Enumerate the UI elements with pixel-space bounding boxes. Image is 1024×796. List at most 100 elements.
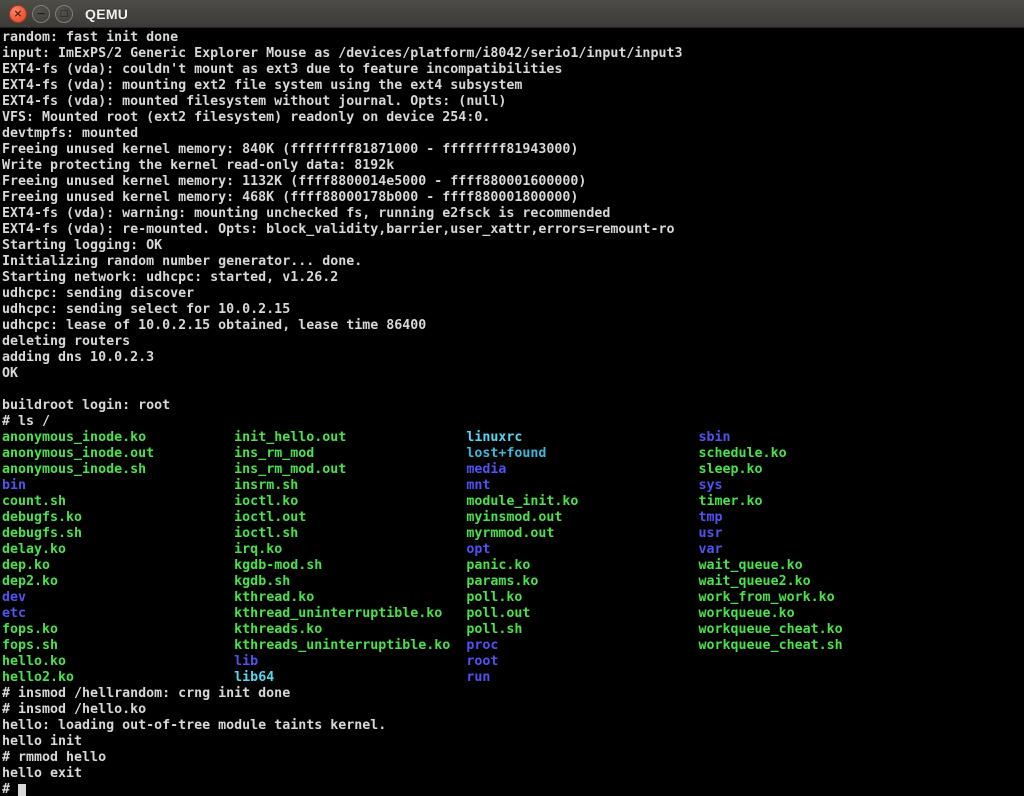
file-entry: schedule.ko	[699, 446, 931, 461]
file-entry: timer.ko	[699, 494, 931, 509]
file-entry: poll.sh	[466, 622, 698, 637]
minimize-button[interactable]: −	[32, 5, 50, 23]
ls-output-row: fops.sh kthreads_uninterruptible.ko proc…	[2, 638, 1024, 654]
file-entry: panic.ko	[466, 558, 698, 573]
file-entry: proc	[466, 638, 698, 653]
console-line: udhcpc: lease of 10.0.2.15 obtained, lea…	[2, 318, 1024, 334]
ls-output-row: etc kthread_uninterruptible.ko poll.out …	[2, 606, 1024, 622]
console-line: input: ImExPS/2 Generic Explorer Mouse a…	[2, 46, 1024, 62]
file-entry: dep2.ko	[2, 574, 234, 589]
minimize-icon: −	[36, 7, 45, 20]
console-line: deleting routers	[2, 334, 1024, 350]
file-entry: media	[466, 462, 698, 477]
file-entry: debugfs.sh	[2, 526, 234, 541]
console-line: udhcpc: sending select for 10.0.2.15	[2, 302, 1024, 318]
window-titlebar[interactable]: × − □ QEMU	[0, 0, 1024, 28]
shell-prompt-line: #	[2, 782, 1024, 796]
console-line: hello exit	[2, 766, 1024, 782]
file-entry: lib64	[234, 670, 466, 685]
file-entry: sys	[699, 478, 931, 493]
file-entry: poll.ko	[466, 590, 698, 605]
console-line: EXT4-fs (vda): re-mounted. Opts: block_v…	[2, 222, 1024, 238]
file-entry: lost+found	[466, 446, 698, 461]
ls-output-row: fops.ko kthreads.ko poll.sh workqueue_ch…	[2, 622, 1024, 638]
ls-output-row: dep.ko kgdb-mod.sh panic.ko wait_queue.k…	[2, 558, 1024, 574]
file-entry: module_init.ko	[466, 494, 698, 509]
file-entry: var	[699, 542, 931, 557]
file-entry: dep.ko	[2, 558, 234, 573]
close-icon: ×	[13, 7, 22, 20]
console-line: Freeing unused kernel memory: 1132K (fff…	[2, 174, 1024, 190]
file-entry: wait_queue2.ko	[699, 574, 931, 589]
ls-output-row: hello2.ko lib64 run	[2, 670, 1024, 686]
console-line: Starting logging: OK	[2, 238, 1024, 254]
file-entry: irq.ko	[234, 542, 466, 557]
ls-output-row: count.sh ioctl.ko module_init.ko timer.k…	[2, 494, 1024, 510]
file-entry: debugfs.ko	[2, 510, 234, 525]
ls-output-row: hello.ko lib root	[2, 654, 1024, 670]
file-entry: opt	[466, 542, 698, 557]
file-entry: ioctl.sh	[234, 526, 466, 541]
close-button[interactable]: ×	[9, 5, 27, 23]
console-line: # insmod /hello.ko	[2, 702, 1024, 718]
file-entry: workqueue.ko	[699, 606, 931, 621]
file-entry: wait_queue.ko	[699, 558, 931, 573]
terminal-screen[interactable]: random: fast init doneinput: ImExPS/2 Ge…	[0, 28, 1024, 796]
console-line: random: fast init done	[2, 30, 1024, 46]
console-line: Write protecting the kernel read-only da…	[2, 158, 1024, 174]
console-line: Starting network: udhcpc: started, v1.26…	[2, 270, 1024, 286]
ls-output-row: delay.ko irq.ko opt var	[2, 542, 1024, 558]
console-line: adding dns 10.0.2.3	[2, 350, 1024, 366]
file-entry: usr	[699, 526, 931, 541]
console-line: EXT4-fs (vda): warning: mounting uncheck…	[2, 206, 1024, 222]
file-entry: insrm.sh	[234, 478, 466, 493]
file-entry: ins_rm_mod	[234, 446, 466, 461]
console-line: EXT4-fs (vda): couldn't mount as ext3 du…	[2, 62, 1024, 78]
console-line: udhcpc: sending discover	[2, 286, 1024, 302]
file-entry: workqueue_cheat.sh	[699, 638, 931, 653]
ls-output-row: bin insrm.sh mnt sys	[2, 478, 1024, 494]
console-line: devtmpfs: mounted	[2, 126, 1024, 142]
file-entry: myinsmod.out	[466, 510, 698, 525]
ls-output-row: anonymous_inode.out ins_rm_mod lost+foun…	[2, 446, 1024, 462]
file-entry: anonymous_inode.ko	[2, 430, 234, 445]
file-entry: myrmmod.out	[466, 526, 698, 541]
file-entry: root	[466, 654, 698, 669]
file-entry: params.ko	[466, 574, 698, 589]
file-entry: sbin	[699, 430, 931, 445]
console-line: VFS: Mounted root (ext2 filesystem) read…	[2, 110, 1024, 126]
file-entry: work_from_work.ko	[699, 590, 931, 605]
file-entry: dev	[2, 590, 234, 605]
console-line: # ls /	[2, 414, 1024, 430]
console-line: hello: loading out-of-tree module taints…	[2, 718, 1024, 734]
qemu-window: × − □ QEMU random: fast init doneinput: …	[0, 0, 1024, 796]
file-entry: fops.sh	[2, 638, 234, 653]
ls-output-row: dev kthread.ko poll.ko work_from_work.ko	[2, 590, 1024, 606]
file-entry: hello.ko	[2, 654, 234, 669]
file-entry: linuxrc	[466, 430, 698, 445]
file-entry: kgdb-mod.sh	[234, 558, 466, 573]
terminal-cursor	[18, 784, 26, 796]
console-line: Freeing unused kernel memory: 468K (ffff…	[2, 190, 1024, 206]
file-entry: ins_rm_mod.out	[234, 462, 466, 477]
file-entry: ioctl.out	[234, 510, 466, 525]
file-entry: fops.ko	[2, 622, 234, 637]
ls-output-row: dep2.ko kgdb.sh params.ko wait_queue2.ko	[2, 574, 1024, 590]
console-line: Freeing unused kernel memory: 840K (ffff…	[2, 142, 1024, 158]
file-entry: kgdb.sh	[234, 574, 466, 589]
file-entry: init_hello.out	[234, 430, 466, 445]
ls-output-row: debugfs.ko ioctl.out myinsmod.out tmp	[2, 510, 1024, 526]
file-entry: count.sh	[2, 494, 234, 509]
maximize-icon: □	[60, 9, 69, 19]
ls-output-row: anonymous_inode.sh ins_rm_mod.out media …	[2, 462, 1024, 478]
console-line	[2, 382, 1024, 398]
shell-prompt: #	[2, 782, 18, 796]
file-entry: anonymous_inode.sh	[2, 462, 234, 477]
console-line: # insmod /hellrandom: crng init done	[2, 686, 1024, 702]
file-entry: tmp	[699, 510, 931, 525]
file-entry: etc	[2, 606, 234, 621]
maximize-button[interactable]: □	[55, 5, 73, 23]
file-entry: kthread_uninterruptible.ko	[234, 606, 466, 621]
console-line: # rmmod hello	[2, 750, 1024, 766]
file-entry: kthread.ko	[234, 590, 466, 605]
